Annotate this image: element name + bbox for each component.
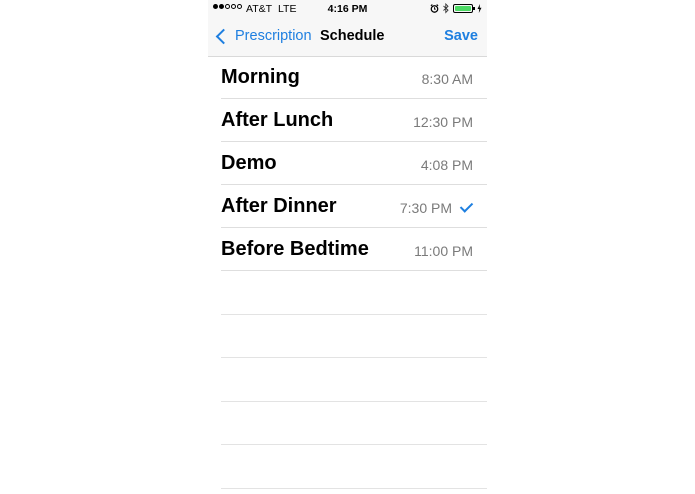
schedule-row-time: 4:08 PM [420,157,473,173]
schedule-row-morning[interactable]: Morning 8:30 AM [221,56,487,99]
schedule-row-demo[interactable]: Demo 4:08 PM [221,142,487,185]
schedule-row-time: 12:30 PM [413,114,473,130]
schedule-list: Morning 8:30 AM After Lunch 12:30 PM Dem… [221,56,487,489]
checkmark-icon [459,199,474,213]
navigation-bar: Prescription Schedule Save [208,20,487,57]
schedule-row-label: Morning [221,66,300,88]
schedule-row-before-bedtime[interactable]: Before Bedtime 11:00 PM [221,228,487,271]
back-button-label: Prescription [235,28,312,44]
empty-list-row [221,445,487,489]
save-button[interactable]: Save [444,28,478,44]
schedule-row-label: After Lunch [221,109,334,131]
schedule-row-after-dinner[interactable]: After Dinner 7:30 PM [221,185,487,228]
schedule-row-time: 8:30 AM [421,71,473,87]
empty-list-row [221,271,487,315]
battery-icon [453,4,475,13]
page-title: Schedule [320,28,385,44]
schedule-row-time: 7:30 PM [399,200,452,216]
phone-screen: AT&T LTE 4:16 PM Prescription Schedule S… [208,0,487,494]
back-button[interactable]: Prescription [215,28,312,44]
charging-bolt-icon [477,4,482,13]
schedule-row-after-lunch[interactable]: After Lunch 12:30 PM [221,99,487,142]
alarm-icon [430,4,439,13]
status-bar: AT&T LTE 4:16 PM [208,0,487,20]
schedule-row-label: After Dinner [221,195,337,217]
bluetooth-icon [443,3,449,14]
empty-list-row [221,402,487,446]
battery-level [455,6,471,11]
empty-list-row [221,315,487,359]
schedule-row-time: 11:00 PM [414,243,473,259]
empty-list-row [221,358,487,402]
schedule-row-label: Before Bedtime [221,238,369,260]
chevron-left-icon [215,28,232,44]
schedule-row-label: Demo [221,152,277,174]
